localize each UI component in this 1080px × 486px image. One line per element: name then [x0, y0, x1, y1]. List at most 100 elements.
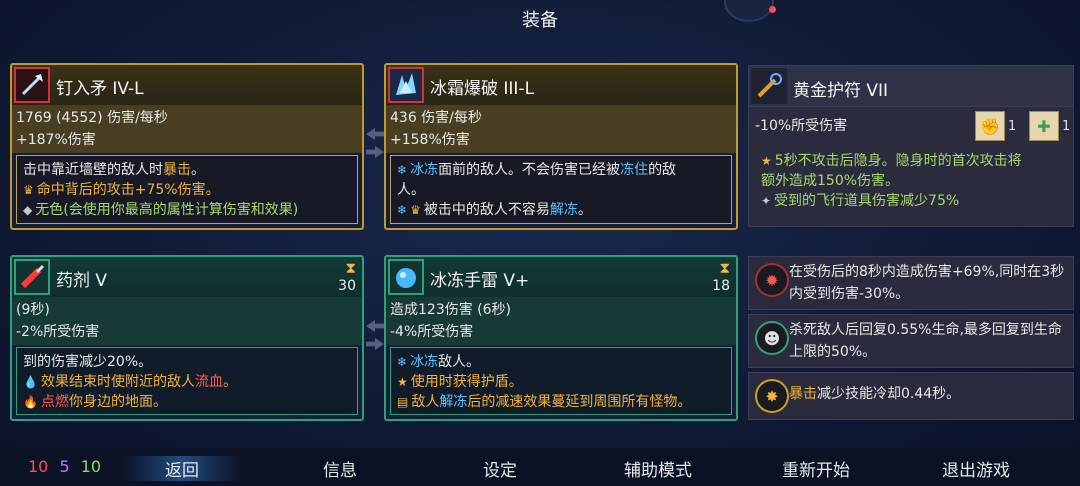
affix-text: 后的减速效果蔓延到周围所有怪物。 — [467, 394, 692, 410]
brutality-scroll-icon: ✊ — [975, 111, 1005, 141]
desc-text: 面前的敌人。不会伤害已经被 — [438, 162, 621, 178]
skill-duration: (9秒) — [16, 302, 50, 318]
page-title: 装备 — [522, 10, 558, 31]
blood-drop-icon: 💧 — [23, 375, 38, 389]
affix-text: 敌人 — [411, 394, 440, 410]
crown-icon: ♛ — [23, 183, 34, 197]
mutation-vampire-icon: ☻ — [755, 321, 789, 355]
hourglass-icon: ⧗ — [719, 259, 730, 277]
skill-cooldown: ⧗ 30 — [338, 259, 356, 295]
thaw-keyword: 解冻 — [549, 202, 578, 218]
skill-description: 到的伤害减少20%。 💧 效果结束时使附近的敌人流血。 🔥 点燃你身边的地面。 — [16, 347, 358, 415]
amulet-stat: -10%所受伤害 — [755, 118, 848, 134]
tactics-count: 5 — [59, 457, 70, 476]
scroll-count: 1 — [1062, 119, 1071, 134]
diamond-bullet-icon: ✦ — [761, 194, 772, 208]
scroll-count: 1 — [1008, 119, 1017, 134]
legendary-affix: 被击中的敌人不容易 — [423, 202, 550, 218]
amulet-icon — [751, 68, 787, 104]
skill-card-right[interactable]: 冰冻手雷 V+ ⧗ 18 造成123伤害 (6秒) -4%所受伤害 ❄ 冰冻敌人。 … — [384, 255, 738, 421]
amulet-affix: 受到的飞行道具伤害减少75% — [774, 193, 960, 209]
amulet-affix: 额外造成150%伤害。 — [761, 173, 900, 189]
mutation-text: 在受伤后的8秒内造成伤害+69%,同时在3秒内受到伤害-30%。 — [789, 264, 1065, 302]
ice-blast-icon — [388, 67, 424, 103]
ignite-keyword: 点燃 — [40, 394, 69, 410]
scroll-icon: ▤ — [397, 395, 409, 409]
assist-mode-button[interactable]: 辅助模式 — [598, 456, 718, 481]
star-icon: ★ — [761, 154, 772, 168]
spear-icon — [14, 67, 50, 103]
mutation-item[interactable]: ✸ 暴击减少技能冷却0.44秒。 — [748, 372, 1074, 420]
settings-button[interactable]: 设定 — [440, 456, 560, 481]
amulet-header[interactable]: 黄金护符 VII — [748, 65, 1074, 107]
star-icon: ★ — [397, 375, 408, 389]
affix-text: 使用时获得护盾。 — [410, 374, 523, 390]
mutation-text: 减少技能冷却0.44秒。 — [817, 386, 961, 402]
weapon-dps: 1769 (4552) 伤害/每秒 — [16, 110, 168, 126]
amulet-description: ★ 5秒不攻击后隐身。隐身时的首次攻击将 额外造成150%伤害。 ✦ 受到的飞行道具… — [753, 147, 1069, 222]
skill-damage: 造成123伤害 (6秒) — [390, 302, 512, 318]
weapon-description: 击中靠近墙壁的敌人时暴击。 ♛ 命中背后的攻击+75%伤害。 ◆ 无色(会使用你最高… — [16, 155, 358, 224]
amulet-name: 黄金护符 VII — [793, 81, 889, 101]
weapon-damage-bonus: +158%伤害 — [390, 132, 470, 148]
mutation-crit-cooldown-icon: ✸ — [755, 379, 789, 413]
desc-text: 。 — [577, 202, 592, 218]
weapon-name: 冰霜爆破 III-L — [430, 79, 535, 99]
desc-text: 人。 — [397, 182, 425, 198]
mutation-text: 杀死敌人后回复0.55%生命,最多回复到生命上限的50%。 — [789, 322, 1062, 360]
bleed-keyword: 流血 — [194, 374, 223, 390]
crown-icon: ♛ — [410, 203, 421, 217]
weapon-dps: 436 伤害/每秒 — [390, 110, 482, 126]
legendary-affix: 命中背后的攻击+75%伤害。 — [36, 182, 220, 198]
crit-keyword: 暴击 — [789, 386, 817, 402]
affix-text: 你身边的地面。 — [68, 394, 167, 410]
hourglass-icon: ⧗ — [345, 259, 356, 277]
weapon-description: ❄ 冰冻面前的敌人。不会伤害已经被冻住的敌 人。 ❄ ♛ 被击中的敌人不容易解冻。 — [390, 155, 732, 224]
bottom-menu-bar: 10 5 10 返回 信息 设定 辅助模式 重新开始 退出游戏 — [0, 448, 1080, 486]
affix-text: 。 — [222, 374, 237, 390]
mutation-adrenaline-icon: ✹ — [755, 263, 789, 297]
snowflake-icon: ❄ — [397, 355, 408, 369]
desc-text: 击中靠近墙壁的敌人时 — [23, 162, 163, 178]
cooldown-value: 18 — [712, 278, 730, 294]
skill-defense: -2%所受伤害 — [16, 324, 100, 340]
skill-description: ❄ 冰冻敌人。 ★ 使用时获得护盾。 ▤ 敌人解冻后的减速效果蔓延到周围所有怪物。 — [390, 347, 732, 415]
brutality-count: 10 — [28, 457, 49, 476]
skill-defense: -4%所受伤害 — [390, 324, 474, 340]
skill-stats: (9秒) -2%所受伤害 — [12, 297, 362, 345]
frozen-keyword: 冻住 — [620, 162, 649, 178]
scroll-counters: 10 5 10 — [28, 457, 101, 476]
quit-game-button[interactable]: 退出游戏 — [916, 456, 1036, 481]
survival-count: 10 — [80, 457, 102, 476]
desc-text: 的敌 — [648, 162, 677, 178]
desc-text: 敌人。 — [438, 354, 481, 370]
skill-header: 药剂 V ⧗ 30 — [12, 257, 362, 297]
weapon-header: 钉入矛 IV-L — [12, 65, 362, 105]
mutation-item[interactable]: ✹ 在受伤后的8秒内造成伤害+69%,同时在3秒内受到伤害-30%。 — [748, 256, 1074, 310]
potion-icon — [14, 259, 50, 295]
freeze-keyword: 冰冻 — [410, 162, 439, 178]
weapon-card-secondary[interactable]: 冰霜爆破 III-L 436 伤害/每秒 +158%伤害 ❄ 冰冻面前的敌人。不会… — [384, 63, 738, 230]
thaw-keyword: 解冻 — [439, 394, 468, 410]
skill-name: 药剂 V — [56, 271, 108, 291]
snowflake-icon: ❄ — [397, 163, 408, 177]
colorless-note: 无色(会使用你最高的属性计算伤害和效果) — [35, 202, 299, 218]
snowflake-icon: ❄ — [397, 203, 408, 217]
crit-keyword: 暴击 — [163, 162, 191, 178]
weapon-card-primary[interactable]: 钉入矛 IV-L 1769 (4552) 伤害/每秒 +187%伤害 击中靠近墙… — [10, 63, 364, 230]
ice-grenade-icon — [388, 259, 424, 295]
fire-icon: 🔥 — [23, 395, 38, 409]
mutation-item[interactable]: ☻ 杀死敌人后回复0.55%生命,最多回复到生命上限的50%。 — [748, 314, 1074, 368]
amulet-affix: 5秒不攻击后隐身。隐身时的首次攻击将 — [774, 153, 1022, 169]
diamond-bullet-icon: ◆ — [23, 203, 33, 217]
desc-text: 。 — [191, 162, 205, 178]
info-button[interactable]: 信息 — [280, 456, 400, 481]
skill-card-left[interactable]: 药剂 V ⧗ 30 (9秒) -2%所受伤害 到的伤害减少20%。 💧 效果结束时使… — [10, 255, 364, 421]
affix-text: 效果结束时使附近的敌人 — [40, 374, 195, 390]
weapon-stats: 436 伤害/每秒 +158%伤害 — [386, 105, 736, 153]
back-button[interactable]: 返回 — [122, 456, 242, 481]
skill-name: 冰冻手雷 V+ — [430, 271, 530, 291]
weapon-header: 冰霜爆破 III-L — [386, 65, 736, 105]
restart-button[interactable]: 重新开始 — [756, 456, 876, 481]
weapon-damage-bonus: +187%伤害 — [16, 132, 96, 148]
